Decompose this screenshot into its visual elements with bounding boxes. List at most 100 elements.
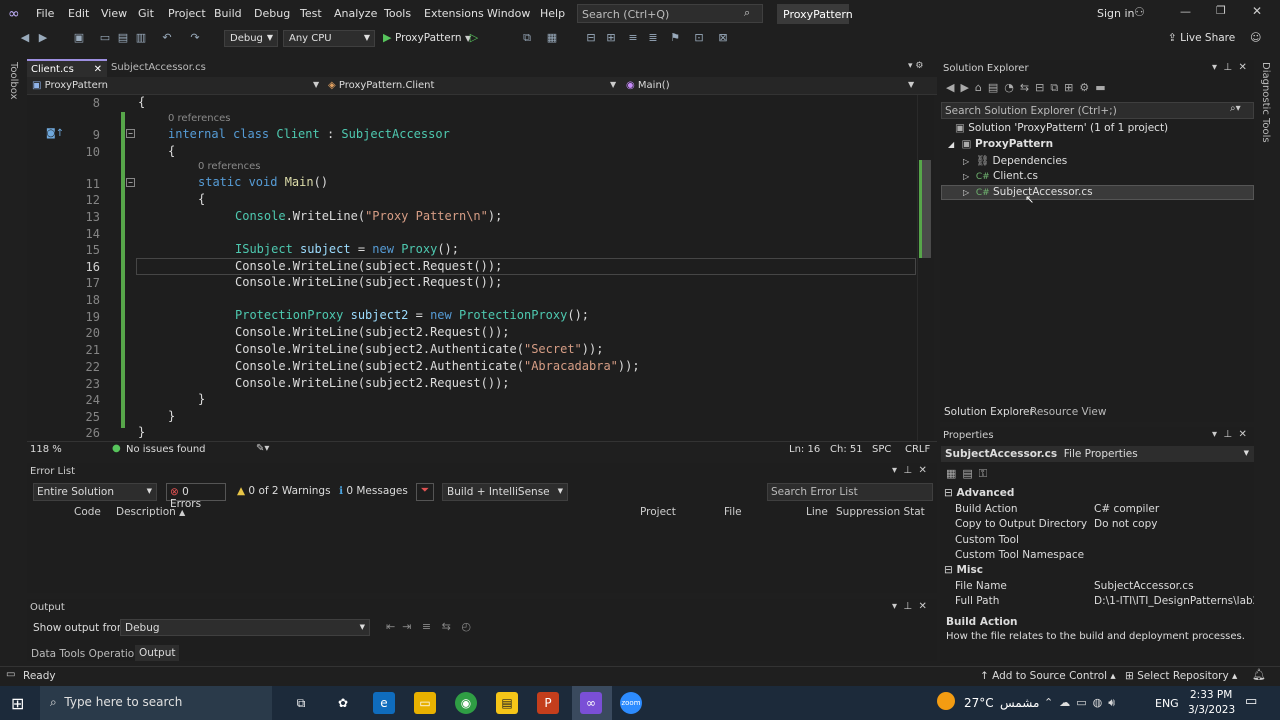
code-line[interactable]: Console.WriteLine(subject2.Request()); (235, 376, 510, 390)
sign-in-link[interactable]: Sign in (1097, 7, 1135, 20)
live-share-button[interactable]: ⇪ Live Share (1168, 32, 1235, 44)
weather-temp[interactable]: 27°C (964, 696, 994, 710)
chevron-down-icon[interactable]: ▼ (610, 80, 616, 89)
error-search-input[interactable]: Search Error List (767, 483, 933, 501)
feedback-icon[interactable]: ☺ (1250, 31, 1261, 44)
restore-button[interactable]: ❐ (1216, 4, 1226, 17)
menu-debug[interactable]: Debug (254, 7, 290, 20)
tree-client[interactable]: ▷ C# Client.cs (963, 170, 1038, 182)
code-line[interactable]: internal class Client : SubjectAccessor (168, 127, 450, 141)
menu-project[interactable]: Project (168, 7, 206, 20)
code-line[interactable]: Console.WriteLine(subject2.Authenticate(… (235, 359, 640, 373)
code-line[interactable]: { (168, 144, 175, 158)
action-center-icon[interactable]: ▭ (1245, 694, 1257, 709)
menu-git[interactable]: Git (138, 7, 154, 20)
cleanup-icon[interactable]: ✎▾ (256, 443, 269, 454)
account-icon[interactable]: ⚇ (1134, 5, 1145, 19)
tab-solution-explorer[interactable]: Solution Explorer (944, 406, 1034, 418)
output-panel-controls[interactable]: ▾ ⊥ ✕ (892, 601, 927, 612)
code-line[interactable]: Console.WriteLine(subject.Request()); (235, 275, 502, 289)
redo-icon[interactable]: ↷ (188, 31, 202, 45)
chrome-icon[interactable]: ◉ (455, 692, 477, 714)
filter-icon[interactable]: ⏷ (416, 483, 434, 501)
notification-icon[interactable]: 🔔︎ (1252, 668, 1266, 681)
weather-desc[interactable]: مشمس (1000, 696, 1039, 710)
output-source-dropdown[interactable]: Debug ▼ (120, 619, 370, 636)
editor-scrollbar[interactable] (917, 95, 934, 441)
forward-icon[interactable]: ▶ (36, 31, 50, 45)
messages-filter-button[interactable]: ℹ 0 Messages (336, 483, 411, 501)
open-icon[interactable]: ▭ (98, 31, 112, 45)
menu-test[interactable]: Test (300, 7, 322, 20)
menu-file[interactable]: File (36, 7, 54, 20)
line-indicator[interactable]: Ln: 16 (789, 444, 820, 455)
code-line[interactable]: { (138, 95, 145, 109)
save-all-icon[interactable]: ▥ (134, 31, 148, 45)
output-toolbar-icons[interactable]: ⇤ ⇥ ≡ ⇆ ◴ (386, 620, 471, 633)
scope-dropdown[interactable]: Entire Solution ▼ (33, 483, 157, 501)
chevron-down-icon[interactable]: ▼ (908, 80, 914, 89)
code-line[interactable]: } (138, 425, 145, 439)
column-line[interactable]: Line (806, 506, 828, 518)
menu-help[interactable]: Help (540, 7, 565, 20)
clock-time[interactable]: 2:33 PM (1190, 689, 1232, 701)
column-code[interactable]: Code (74, 506, 101, 518)
diagnostic-tools-tab[interactable]: Diagnostic Tools (1260, 62, 1271, 143)
menu-window[interactable]: Window (487, 7, 530, 20)
toolbar-icon-c[interactable]: ⊟ (584, 31, 598, 45)
sticky-notes-icon[interactable]: ▤ (496, 692, 518, 714)
menu-edit[interactable]: Edit (68, 7, 89, 20)
toolbar-icon-e[interactable]: ≡ (626, 31, 640, 45)
issues-status[interactable]: No issues found (126, 444, 206, 455)
section-misc[interactable]: ⊟ Misc (944, 564, 983, 576)
code-line[interactable]: } (198, 392, 205, 406)
zoom-level[interactable]: 118 % (30, 444, 62, 455)
override-glyph-icon[interactable]: ◙↑ (46, 128, 64, 139)
menu-tools[interactable]: Tools (384, 7, 411, 20)
toolbar-icon-a[interactable]: ⧉ (520, 31, 534, 45)
code-line[interactable]: } (168, 409, 175, 423)
column-suppression[interactable]: Suppression Stat (836, 506, 925, 518)
tab-subjectaccessor[interactable]: SubjectAccessor.cs (107, 59, 227, 77)
nav-project-dropdown[interactable]: ▣ ProxyPattern (32, 80, 108, 91)
prop-value[interactable]: Do not copy (1094, 518, 1157, 530)
code-line[interactable]: { (198, 192, 205, 206)
run-button[interactable]: ▶ ProxyPattern ▼ (383, 31, 471, 44)
codelens-references[interactable]: 0 references (168, 113, 231, 124)
prop-value[interactable]: D:\1-ITI\ITI_DesignPatterns\lab2\Pro (1094, 595, 1254, 607)
toolbar-icon-b[interactable]: ▦ (545, 31, 559, 45)
toolbar-icon-f[interactable]: ≣ (646, 31, 660, 45)
solution-toolbar-icons[interactable]: ◀▶⌂▤◔⇆⊟⧉⊞⚙▬ (946, 81, 1112, 95)
nav-class-dropdown[interactable]: ◈ ProxyPattern.Client (328, 80, 434, 91)
build-filter-dropdown[interactable]: Build + IntelliSense ▼ (442, 483, 568, 501)
chevron-down-icon[interactable]: ▼ (313, 80, 319, 89)
close-tab-icon[interactable]: ✕ (94, 64, 102, 75)
tree-dependencies[interactable]: ▷ ⛓ Dependencies (963, 154, 1067, 167)
nav-member-dropdown[interactable]: ◉ Main() (626, 80, 670, 91)
line-ending-indicator[interactable]: CRLF (905, 444, 930, 455)
column-description[interactable]: Description ▲ (116, 506, 185, 518)
menu-build[interactable]: Build (214, 7, 242, 20)
toolbox-tab[interactable]: Toolbox (8, 62, 19, 100)
scrollbar-thumb[interactable] (921, 160, 931, 258)
minimize-button[interactable]: — (1180, 5, 1191, 18)
solution-explorer-controls[interactable]: ▾ ⊥ ✕ (1212, 62, 1247, 73)
edge-icon[interactable]: e (373, 692, 395, 714)
whitespace-indicator[interactable]: SPC (872, 444, 891, 455)
properties-controls[interactable]: ▾ ⊥ ✕ (1212, 429, 1247, 440)
code-line[interactable]: ISubject subject = new Proxy(); (235, 242, 459, 256)
file-explorer-icon[interactable]: ▭ (414, 692, 436, 714)
column-file[interactable]: File (724, 506, 742, 518)
tree-solution[interactable]: ▣ Solution 'ProxyPattern' (1 of 1 projec… (955, 122, 1168, 134)
select-repository-button[interactable]: ⊞ Select Repository ▴ (1125, 670, 1237, 682)
task-view-icon[interactable]: ⧉ (290, 692, 312, 714)
language-indicator[interactable]: ENG (1155, 697, 1179, 710)
solution-search-input[interactable]: Search Solution Explorer (Ctrl+;) (941, 102, 1254, 119)
new-project-icon[interactable]: ▣ (72, 31, 86, 45)
collapse-method-icon[interactable]: − (126, 178, 135, 187)
config-dropdown[interactable]: Debug ▼ (224, 30, 278, 47)
vs-logo-icon[interactable]: ∞ (8, 6, 26, 22)
code-line[interactable]: Console.WriteLine(subject2.Authenticate(… (235, 342, 603, 356)
clock-date[interactable]: 3/3/2023 (1188, 704, 1235, 716)
toolbar-icon-g[interactable]: ⊡ (692, 31, 706, 45)
